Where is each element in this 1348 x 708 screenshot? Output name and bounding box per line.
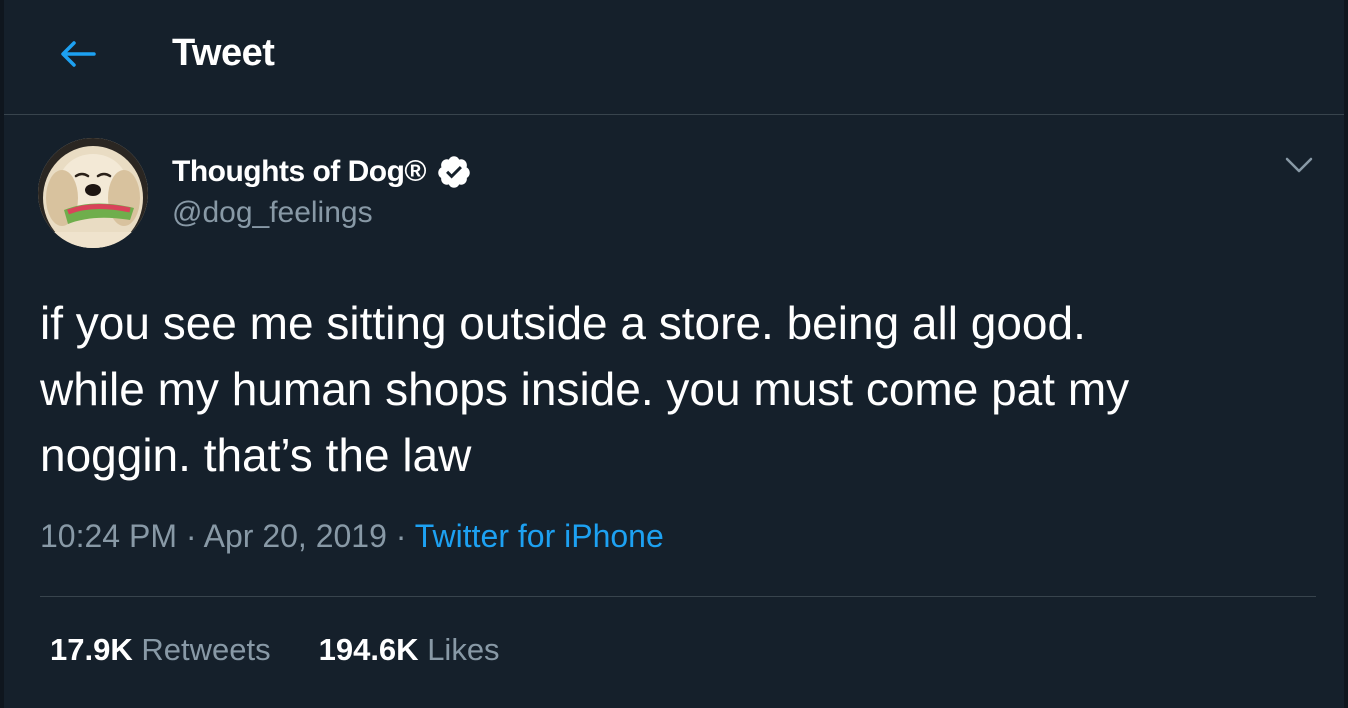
page-header: Tweet (4, 0, 1344, 115)
divider (40, 596, 1316, 597)
arrow-left-icon (61, 41, 96, 67)
back-button[interactable] (48, 28, 108, 80)
tweet-date[interactable]: Apr 20, 2019 (204, 518, 387, 554)
dog-avatar-image (38, 138, 148, 248)
retweets-count: 17.9K (50, 632, 133, 667)
likes-stat[interactable]: 194.6K Likes (319, 632, 500, 668)
tweet-source-link[interactable]: Twitter for iPhone (415, 518, 664, 554)
chevron-down-icon (1285, 157, 1313, 173)
page-title: Tweet (172, 32, 275, 74)
tweet-stats: 17.9K Retweets 194.6K Likes (50, 632, 500, 668)
tweet-text: if you see me sitting outside a store. b… (40, 297, 1130, 481)
window-frame-right (1344, 0, 1348, 708)
tweet-metadata: 10:24 PM · Apr 20, 2019 · Twitter for iP… (40, 518, 664, 555)
likes-count: 194.6K (318, 632, 419, 667)
likes-label: Likes (427, 632, 500, 667)
author-display-name[interactable]: Thoughts of Dog® (172, 155, 427, 189)
author-name-row[interactable]: Thoughts of Dog® (172, 150, 472, 194)
tweet-time[interactable]: 10:24 PM (40, 518, 177, 554)
more-options-button[interactable] (1278, 148, 1320, 182)
retweets-label: Retweets (141, 632, 271, 667)
author-handle[interactable]: @dog_feelings (172, 196, 373, 230)
retweets-stat[interactable]: 17.9K Retweets (50, 632, 271, 668)
meta-separator: · (185, 518, 197, 554)
avatar[interactable] (38, 138, 148, 248)
verified-badge-icon (438, 156, 470, 188)
meta-separator: · (395, 518, 407, 554)
